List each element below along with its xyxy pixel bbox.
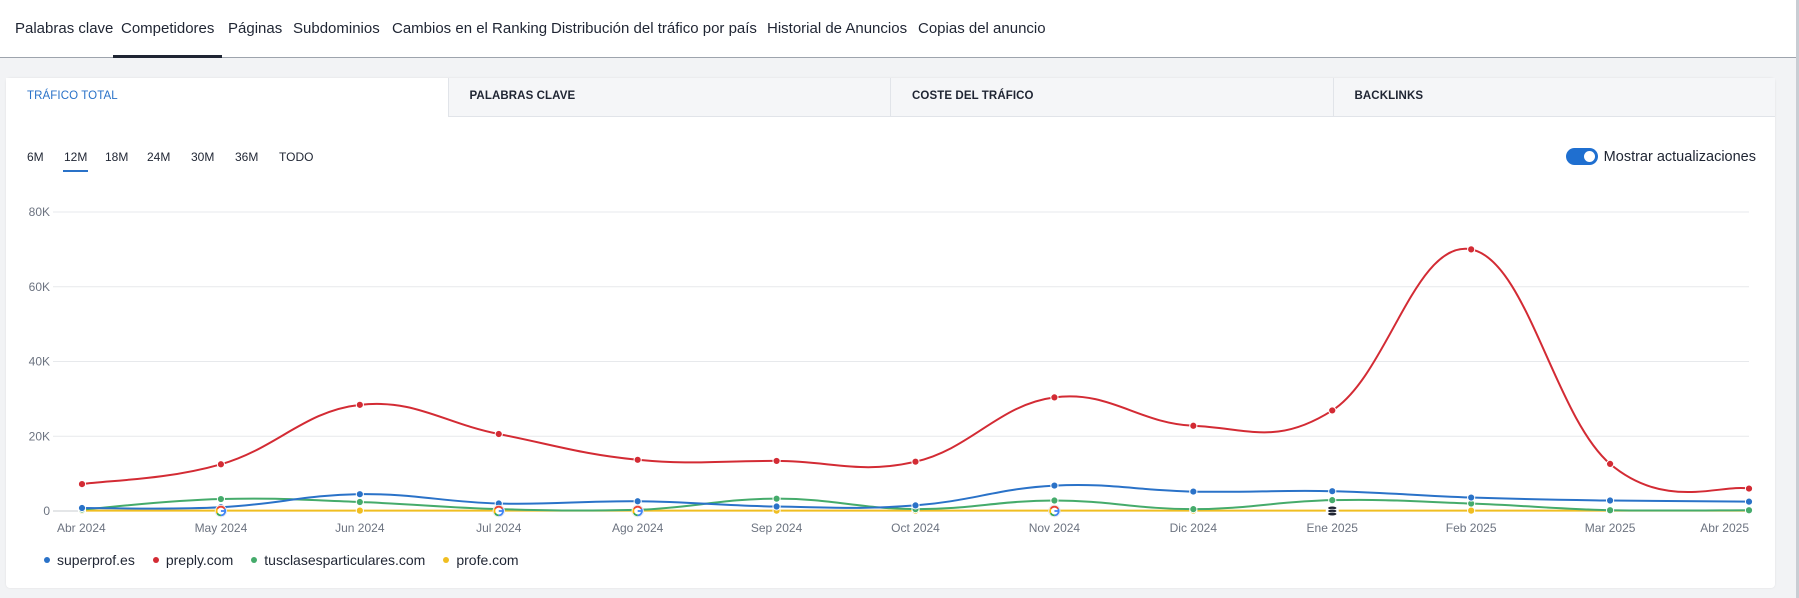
data-point-preply [216,460,226,469]
chart-legend: superprof.es preply.com tusclasesparticu… [44,552,519,568]
tab-subdominios[interactable]: Subdominios [293,20,380,37]
data-point-preply [1467,245,1476,254]
legend-dot [44,557,50,563]
data-point-profe [1467,506,1476,515]
x-tick-label: Jul 2024 [476,521,522,535]
legend-label: superprof.es [57,552,135,568]
legend-dot [443,557,450,563]
x-tick-label: Oct 2024 [891,521,940,535]
tab-palabras-clave[interactable]: Palabras clave [15,20,113,37]
legend-label: preply.com [165,552,234,568]
data-point-superprof [1050,481,1059,490]
data-point-preply [911,457,920,466]
tab-copias-anuncio[interactable]: Copias del anuncio [918,20,1046,37]
data-point-profe [355,506,364,515]
tab-paginas[interactable]: Páginas [228,20,282,37]
x-tick-label: Feb 2025 [1446,521,1497,535]
data-point-preply [1050,393,1059,402]
data-point-preply [772,456,781,466]
y-tick-label: 0 [43,504,50,518]
x-tick-label: May 2024 [195,521,248,535]
google-icon-arc [1049,508,1052,514]
x-tick-label: Ene 2025 [1307,521,1359,535]
tab-historial-anuncios[interactable]: Historial de Anuncios [767,20,907,37]
database-update-icon-layer [1327,511,1338,517]
x-tick-label: Mar 2025 [1585,521,1636,535]
data-point-preply [1744,484,1754,493]
legend-label: profe.com [456,552,519,568]
tab-distribucion-trafico-pais[interactable]: Distribución del tráfico por país [551,20,757,37]
data-point-preply [1605,459,1615,469]
x-tick-label: Abr 2025 [1700,521,1749,535]
data-point-preply [1328,406,1337,415]
data-point-superprof [77,503,87,513]
data-point-superprof [772,502,781,511]
data-point-superprof [1189,487,1198,496]
google-icon-arc [632,508,635,514]
data-point-superprof [633,497,642,506]
series-line-preply [81,247,1750,494]
data-point-tusclasesparticulares [772,494,781,503]
data-point-tusclasesparticulares [1189,505,1198,514]
legend-dot [152,557,159,563]
x-tick-label: Dic 2024 [1170,521,1218,535]
data-point-preply [77,479,87,489]
data-point-superprof [355,490,364,499]
data-point-tusclasesparticulares [1050,496,1059,505]
tab-cambios-ranking[interactable]: Cambios en el Ranking [392,20,547,37]
y-tick-label: 80K [29,205,50,219]
report-tabs: Palabras clave Competidores Páginas Subd… [0,0,1796,58]
x-tick-label: Ago 2024 [612,521,664,535]
x-tick-label: Nov 2024 [1029,521,1081,535]
data-point-superprof [1744,497,1754,506]
data-point-superprof [1605,496,1615,505]
data-point-preply [494,429,503,439]
data-point-tusclasesparticulares [216,494,226,504]
google-icon-arc [493,508,496,514]
data-point-preply [1189,421,1198,430]
data-point-tusclasesparticulares [1744,506,1754,515]
data-point-preply [355,400,364,409]
data-point-tusclasesparticulares [355,497,364,507]
y-tick-label: 40K [29,355,50,369]
legend-item-tusclasesparticulares[interactable]: tusclasesparticulares.com [251,552,425,568]
tab-competidores[interactable]: Competidores [112,20,223,58]
traffic-chart-card: TRÁFICO TOTAL PALABRAS CLAVE COSTE DEL T… [6,78,1775,588]
x-tick-label: Sep 2024 [751,521,803,535]
data-point-tusclasesparticulares [1328,496,1337,505]
x-tick-label: Abr 2024 [57,521,106,535]
legend-item-profe[interactable]: profe.com [443,552,519,568]
legend-dot [251,557,258,563]
legend-item-superprof[interactable]: superprof.es [44,552,135,568]
data-point-superprof [1328,487,1337,496]
legend-label: tusclasesparticulares.com [264,552,426,568]
traffic-line-chart: 0 20K 40K 60K 80K Abr 2024 May 2024 Jun 2024 Jul… [29,205,1754,535]
data-point-superprof [1467,493,1476,502]
legend-item-preply[interactable]: preply.com [152,552,234,568]
y-tick-label: 20K [29,429,50,443]
y-tick-label: 60K [29,280,50,294]
data-point-preply [633,455,642,464]
google-icon-arc [215,508,219,514]
data-point-tusclasesparticulares [1605,506,1615,515]
data-point-superprof [911,501,920,510]
x-tick-label: Jun 2024 [335,521,385,535]
